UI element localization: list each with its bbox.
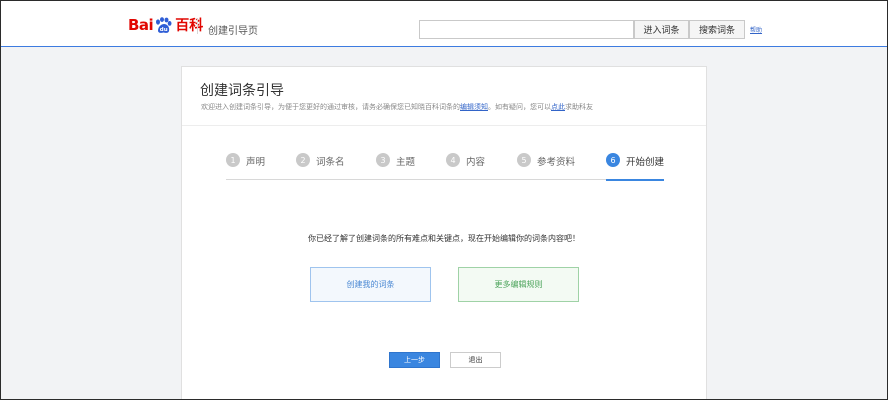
create-my-entry-button[interactable]: 创建我的词条	[310, 267, 431, 302]
step-label: 词条名	[316, 157, 345, 168]
step-number: 4	[446, 153, 460, 167]
step-number: 2	[296, 153, 310, 167]
exit-button[interactable]: 退出	[450, 352, 501, 368]
step-3: 3 主题	[376, 152, 415, 180]
edit-notice-link[interactable]: 编辑须知	[460, 103, 488, 111]
search-entry-button[interactable]: 搜索词条	[689, 20, 745, 39]
logo-divider	[197, 18, 198, 34]
step-4: 4 内容	[446, 152, 485, 180]
page-name: 创建引导页	[208, 26, 258, 37]
desc-text-middle: 。如有疑问，您可以	[488, 103, 551, 111]
step-number: 1	[226, 153, 240, 167]
logo-text-baike: 百科	[175, 18, 204, 34]
step-indicator: 1 声明 2 词条名 3 主题 4 内容 5 参考资料 6 开始创建	[226, 152, 664, 181]
step-label: 参考资料	[537, 157, 576, 168]
logo-text-du: du	[160, 27, 168, 33]
step-label: 声明	[246, 157, 266, 168]
desc-text-prefix: 欢迎进入创建词条引导，为便于您更好的通过审核，请务必确保您已知晓百科词条的	[201, 103, 460, 111]
logo-text-bai: Bai	[128, 16, 154, 34]
ask-help-link[interactable]: 点此	[551, 103, 565, 111]
guide-description: 欢迎进入创建词条引导，为便于您更好的通过审核，请务必确保您已知晓百科词条的编辑须…	[201, 102, 593, 112]
page-title: 创建词条引导	[200, 83, 284, 99]
more-edit-rules-button[interactable]: 更多编辑规则	[458, 267, 579, 302]
step-label: 内容	[466, 157, 486, 168]
completion-message: 你已经了解了创建词条的所有难点和关键点，现在开始编辑你的词条内容吧！	[308, 234, 580, 243]
previous-step-button[interactable]: 上一步	[389, 352, 440, 368]
enter-entry-button[interactable]: 进入词条	[634, 20, 689, 39]
search-input[interactable]	[419, 20, 634, 39]
step-6-active: 6 开始创建	[606, 152, 664, 181]
step-number: 5	[517, 153, 531, 167]
baidu-baike-logo[interactable]: Bai du 百科	[128, 15, 203, 35]
step-number: 6	[606, 153, 620, 167]
step-label: 主题	[396, 157, 416, 168]
step-1: 1 声明	[226, 152, 265, 180]
desc-text-suffix: 求助科友	[565, 103, 593, 111]
paw-icon: du	[154, 16, 172, 34]
card-divider	[182, 125, 706, 126]
step-2: 2 词条名	[296, 152, 345, 180]
help-link[interactable]: 帮助	[750, 25, 762, 34]
step-number: 3	[376, 153, 390, 167]
step-5: 5 参考资料	[517, 152, 575, 180]
top-header: Bai du 百科 创建引导页 进入词条 搜索词条 帮助	[1, 1, 887, 47]
step-label: 开始创建	[625, 157, 664, 168]
guide-card: 创建词条引导 欢迎进入创建词条引导，为便于您更好的通过审核，请务必确保您已知晓百…	[181, 66, 707, 400]
